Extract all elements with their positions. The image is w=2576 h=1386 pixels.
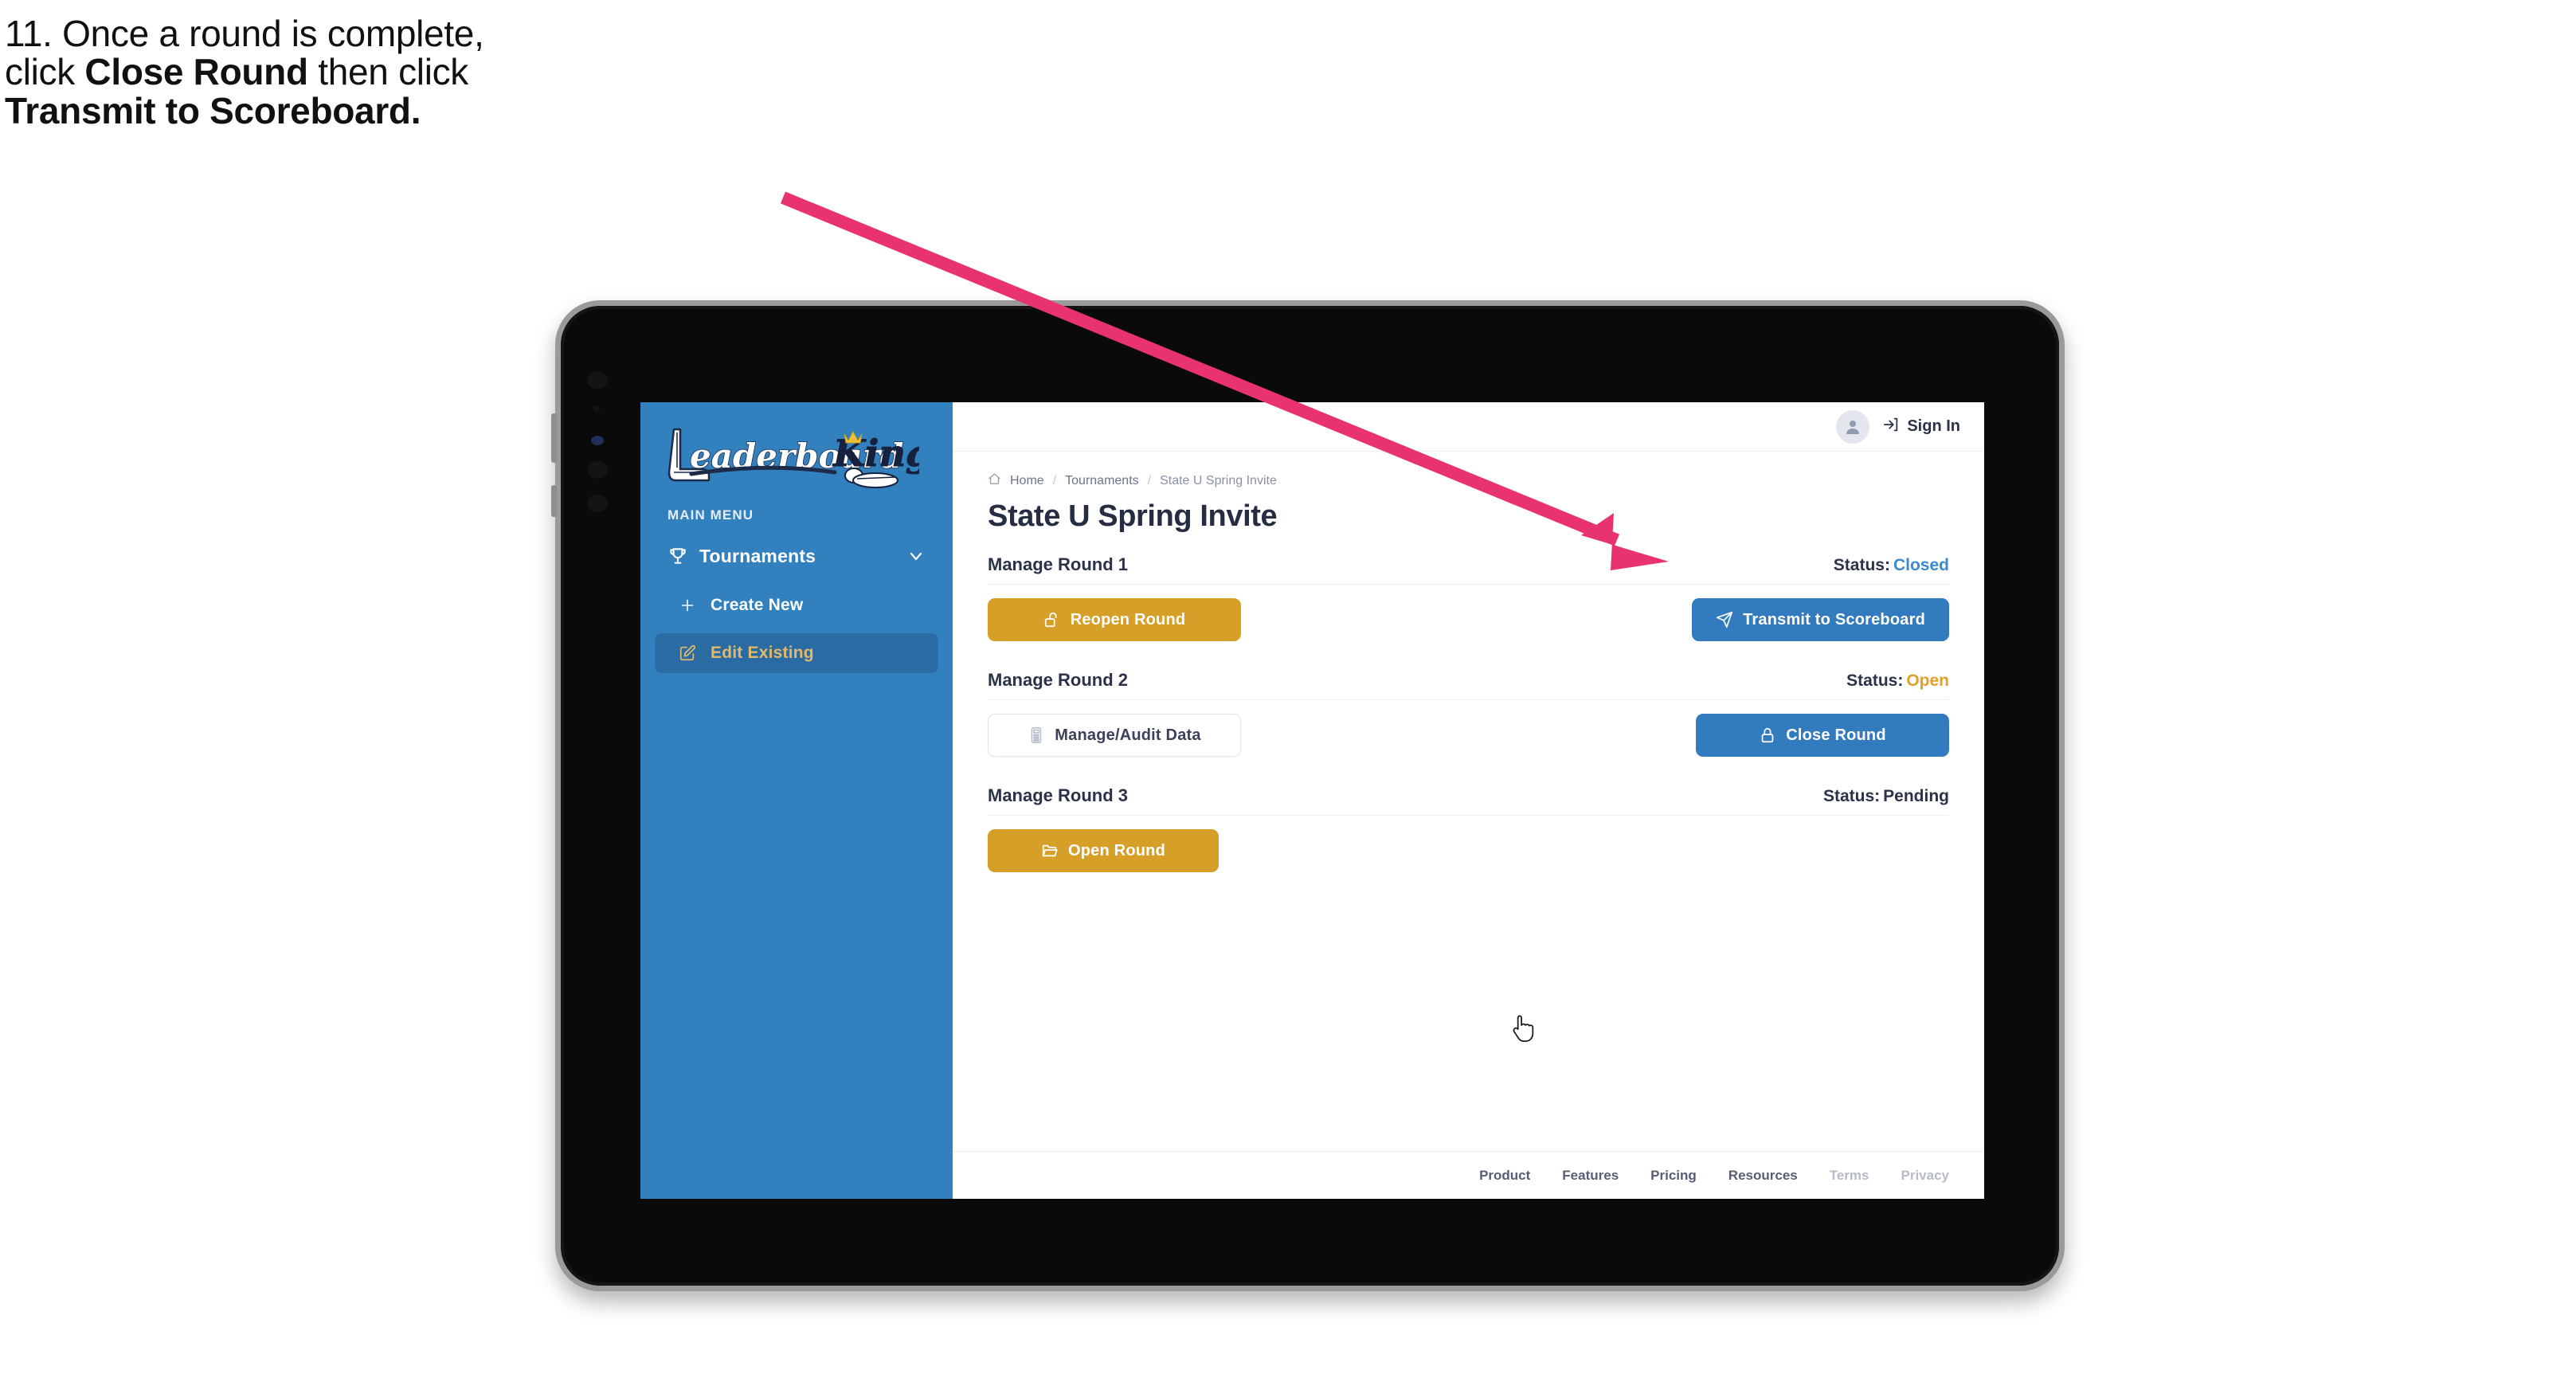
caption-line-2-post: then click [307, 51, 469, 93]
content-body: Home / Tournaments / State U Spring Invi… [953, 452, 1984, 1151]
caption-line-3-bold: Transmit to Scoreboard. [5, 89, 421, 131]
breadcrumb-item-current: State U Spring Invite [1160, 474, 1277, 487]
sign-in-arrow-icon [1882, 416, 1900, 438]
status-value: Closed [1893, 556, 1949, 574]
tablet-sensor-dot [593, 405, 600, 412]
sidebar-item-create-new[interactable]: Create New [655, 585, 938, 625]
lock-icon [1759, 726, 1776, 744]
tablet-camera-dot [587, 371, 608, 389]
top-bar: Sign In [953, 402, 1984, 452]
round-name: Manage Round 3 [988, 785, 1129, 805]
footer-link-product[interactable]: Product [1479, 1168, 1530, 1184]
status-badge: Status: Open [1846, 671, 1949, 691]
breadcrumb-item-home[interactable]: Home [1010, 474, 1044, 488]
unlock-icon [1043, 611, 1061, 628]
app-screen: eaderboard King MAIN MENU [640, 402, 1984, 1199]
footer-link-resources[interactable]: Resources [1728, 1168, 1798, 1184]
status-label: Status: [1822, 787, 1881, 805]
round-header: Manage Round 2 Status: Open [988, 670, 1949, 691]
open-round-label: Open Round [1068, 841, 1165, 859]
status-label: Status: [1846, 671, 1904, 690]
footer-link-features[interactable]: Features [1562, 1168, 1619, 1184]
round-header: Manage Round 1 Status: Closed [988, 554, 1949, 575]
round-actions: Open Round [988, 829, 1949, 872]
caption-line-2-pre: click [5, 51, 85, 93]
screenshot-canvas: 11. Once a round is complete, click Clos… [0, 0, 2576, 1386]
paper-plane-icon [1716, 611, 1733, 628]
footer-link-privacy[interactable]: Privacy [1901, 1168, 1950, 1184]
calculator-icon [1028, 726, 1045, 744]
caption-line-3: Transmit to Scoreboard. [5, 89, 849, 131]
sidebar-item-edit-existing[interactable]: Edit Existing [655, 633, 938, 673]
sidebar: eaderboard King MAIN MENU [640, 402, 953, 1199]
footer-link-pricing[interactable]: Pricing [1650, 1168, 1697, 1184]
plus-icon [679, 597, 703, 614]
divider [988, 699, 1949, 700]
leaderboard-king-logo-icon: eaderboard King [667, 428, 919, 488]
status-badge: Status: Pending [1823, 787, 1949, 806]
tablet-indicator-led [591, 436, 604, 445]
breadcrumb-separator: / [1147, 474, 1152, 487]
sidebar-item-tournaments[interactable]: Tournaments [655, 534, 938, 578]
divider [988, 815, 1949, 816]
trophy-icon [667, 546, 693, 566]
home-icon[interactable] [988, 472, 1001, 490]
round-section-3: Manage Round 3 Status: Pending Open Round [988, 785, 1949, 872]
reopen-round-button[interactable]: Reopen Round [988, 598, 1241, 641]
sidebar-section-label: MAIN MENU [667, 507, 754, 523]
tablet-speaker-dot [587, 495, 608, 512]
sidebar-item-edit-existing-label: Edit Existing [711, 644, 814, 662]
tablet-volume-button[interactable] [551, 413, 557, 463]
sign-in-button[interactable]: Sign In [1882, 416, 1960, 438]
sidebar-item-create-new-label: Create New [711, 596, 804, 614]
manage-audit-data-label: Manage/Audit Data [1055, 726, 1201, 744]
tablet-device-frame: eaderboard King MAIN MENU [551, 300, 2065, 1291]
reopen-round-label: Reopen Round [1070, 610, 1186, 628]
round-name: Manage Round 2 [988, 670, 1129, 690]
caption-line-2-bold: Close Round [84, 51, 308, 93]
footer-link-terms[interactable]: Terms [1830, 1168, 1869, 1184]
user-avatar-icon [1846, 420, 1860, 434]
edit-pencil-icon [679, 644, 703, 662]
round-section-1: Manage Round 1 Status: Closed Reopen Roun… [988, 554, 1949, 641]
round-section-2: Manage Round 2 Status: Open Manage/Audit … [988, 670, 1949, 757]
sidebar-item-tournaments-label: Tournaments [699, 545, 816, 566]
status-value: Pending [1883, 787, 1949, 805]
close-round-button[interactable]: Close Round [1696, 714, 1949, 757]
tablet-mic-dot [587, 461, 608, 479]
manage-audit-data-button[interactable]: Manage/Audit Data [988, 714, 1241, 757]
transmit-to-scoreboard-label: Transmit to Scoreboard [1743, 610, 1925, 628]
status-badge: Status: Closed [1834, 556, 1949, 575]
sign-in-label: Sign In [1907, 417, 1960, 435]
transmit-to-scoreboard-button[interactable]: Transmit to Scoreboard [1692, 598, 1949, 641]
caption-line-1: 11. Once a round is complete, [5, 13, 484, 54]
status-value: Open [1906, 671, 1949, 690]
divider [988, 584, 1949, 585]
breadcrumb-item-tournaments[interactable]: Tournaments [1065, 474, 1139, 488]
main-content: Sign In Home / Tournaments / State U Spr… [953, 402, 1984, 1199]
open-round-button[interactable]: Open Round [988, 829, 1219, 872]
folder-open-icon [1041, 842, 1059, 859]
round-name: Manage Round 1 [988, 554, 1129, 574]
close-round-label: Close Round [1786, 726, 1886, 744]
chevron-down-icon[interactable] [906, 546, 926, 566]
page-title: State U Spring Invite [988, 499, 1278, 533]
footer: Product Features Pricing Resources Terms… [953, 1151, 1984, 1199]
tablet-power-button[interactable] [551, 485, 557, 517]
breadcrumb: Home / Tournaments / State U Spring Invi… [988, 472, 1949, 490]
status-label: Status: [1833, 556, 1890, 574]
round-actions: Manage/Audit Data Close Round [988, 714, 1949, 757]
breadcrumb-separator: / [1052, 474, 1057, 487]
caption-line-2: click Close Round then click [5, 53, 849, 91]
avatar[interactable] [1836, 409, 1870, 444]
round-actions: Reopen Round Transmit to Scoreboard [988, 598, 1949, 641]
instruction-caption: 11. Once a round is complete, click Clos… [5, 14, 849, 130]
round-header: Manage Round 3 Status: Pending [988, 785, 1949, 806]
app-logo[interactable]: eaderboard King [640, 402, 953, 495]
